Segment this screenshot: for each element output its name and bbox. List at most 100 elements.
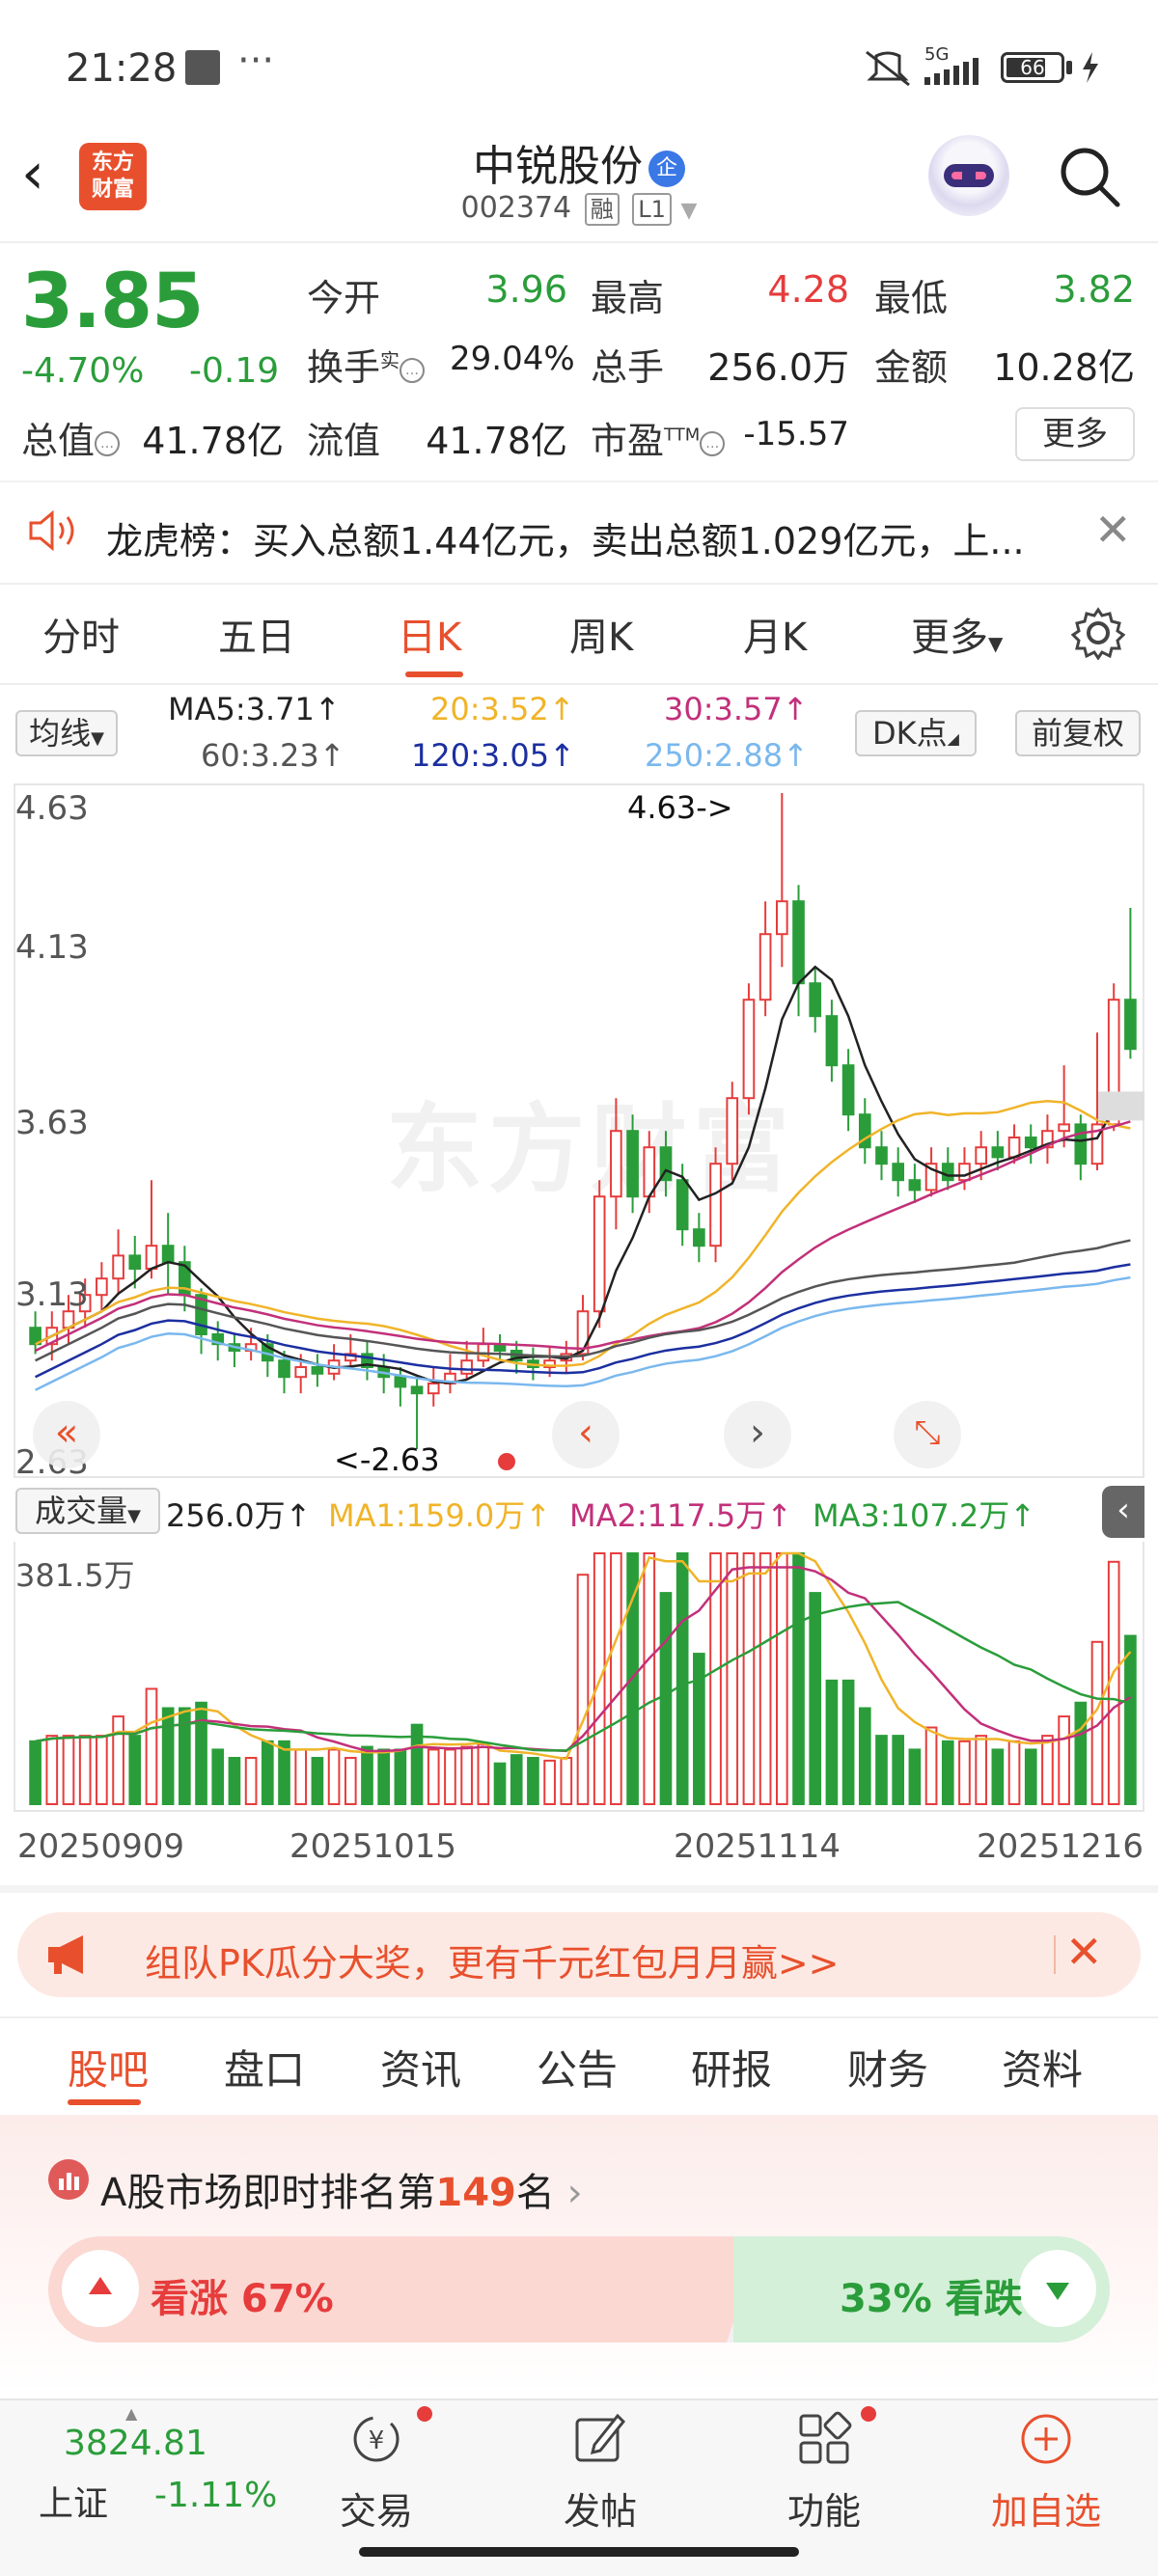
- candle-up: [726, 1097, 739, 1165]
- ma30-value: 30:3.57↑: [664, 691, 809, 727]
- kline-svg[interactable]: [14, 783, 1144, 1478]
- volume-indicator-selector[interactable]: 成交量▼: [15, 1488, 160, 1534]
- volume-bar: [344, 1757, 357, 1805]
- candle-up: [96, 1277, 108, 1297]
- candle-down: [908, 1179, 922, 1192]
- nav-functions[interactable]: 功能: [766, 2481, 882, 2535]
- status-bar: 21:28 ··· 5G 66: [0, 0, 1158, 125]
- tab-five-day[interactable]: 五日: [218, 606, 295, 662]
- volume-bar: [742, 1552, 756, 1805]
- vote-up-label[interactable]: 看涨 67%: [151, 2267, 334, 2323]
- candle-up: [975, 1146, 987, 1165]
- adjust-mode-button[interactable]: 前复权: [1015, 710, 1141, 756]
- tab-announcements[interactable]: 公告: [537, 2038, 618, 2096]
- ma5-value: MA5:3.71↑: [168, 691, 341, 727]
- min-marker: <-2.63: [334, 1441, 440, 1478]
- date-label: 20250909: [17, 1827, 185, 1866]
- info-icon[interactable]: …: [400, 357, 426, 383]
- candle-down: [626, 1130, 639, 1198]
- tab-intraday[interactable]: 分时: [42, 606, 120, 662]
- tab-profile[interactable]: 资料: [1002, 2038, 1083, 2096]
- event-marker-dot[interactable]: [498, 1453, 515, 1470]
- volume-svg[interactable]: [14, 1542, 1144, 1812]
- expand-icon[interactable]: ⤡: [894, 1401, 961, 1468]
- index-name[interactable]: 上证: [39, 2476, 108, 2526]
- more-quote-button[interactable]: 更多: [1015, 407, 1135, 461]
- candle-up: [145, 1245, 158, 1271]
- ma120-value: 120:3.05↑: [411, 737, 575, 774]
- volume-bar: [294, 1748, 308, 1805]
- tab-order-book[interactable]: 盘口: [224, 2038, 305, 2096]
- tab-financials[interactable]: 财务: [847, 2038, 928, 2096]
- tab-news[interactable]: 资讯: [380, 2038, 461, 2096]
- market-rank[interactable]: A股市场即时排名第149名 ›: [100, 2161, 583, 2217]
- candle-down: [991, 1146, 1005, 1159]
- volume-bar: [610, 1552, 622, 1805]
- notification-dot: [861, 2406, 876, 2422]
- tab-monthly-k[interactable]: 月K: [743, 606, 807, 662]
- volume-bar: [228, 1757, 241, 1805]
- vote-up-button[interactable]: [62, 2250, 139, 2327]
- scroll-right-icon[interactable]: ›: [724, 1401, 791, 1468]
- home-indicator[interactable]: [359, 2547, 799, 2557]
- tab-guba[interactable]: 股吧: [68, 2038, 149, 2096]
- volume-bar: [576, 1574, 590, 1805]
- trade-icon[interactable]: ¥: [345, 2408, 407, 2470]
- candle-down: [1124, 999, 1137, 1051]
- indicator-selector[interactable]: 均线▼: [15, 710, 118, 756]
- tab-daily-k[interactable]: 日K: [398, 606, 461, 662]
- volume-value: 256.0万: [707, 346, 849, 389]
- tab-more[interactable]: 更多▼: [911, 606, 1003, 662]
- volume-bar: [1107, 1560, 1120, 1806]
- collapse-panel-icon[interactable]: ‹: [1102, 1486, 1144, 1538]
- post-icon[interactable]: [569, 2408, 631, 2470]
- close-icon[interactable]: ✕: [1065, 1926, 1103, 1978]
- enterprise-badge: 企: [648, 151, 685, 187]
- candle-up: [1058, 1123, 1070, 1133]
- search-icon[interactable]: [1056, 143, 1123, 210]
- stock-code: 002374: [460, 191, 572, 225]
- vote-down-button[interactable]: [1019, 2250, 1096, 2327]
- nav-trade[interactable]: 交易: [318, 2481, 434, 2535]
- volume-bar: [991, 1748, 1005, 1805]
- y-label-top: 4.63: [15, 789, 89, 828]
- tab-weekly-k[interactable]: 周K: [569, 606, 633, 662]
- volume-bar: [1041, 1735, 1054, 1805]
- vol-ma1-value: MA1:159.0万↑: [328, 1497, 552, 1534]
- volume-bar: [975, 1735, 987, 1805]
- settings-gear-icon[interactable]: [1071, 606, 1125, 660]
- tab-research[interactable]: 研报: [691, 2038, 772, 2096]
- index-value[interactable]: 3824.81: [64, 2424, 207, 2463]
- nav-post[interactable]: 发帖: [542, 2481, 658, 2535]
- volume-bar: [693, 1653, 705, 1806]
- turnover-label: 换手实…: [307, 338, 426, 391]
- close-icon[interactable]: ✕: [1094, 504, 1132, 556]
- megaphone-icon: [48, 1935, 83, 1974]
- volume-bar: [958, 1740, 971, 1806]
- y-label: 3.13: [15, 1275, 89, 1314]
- notification-dot: [417, 2406, 432, 2422]
- chevron-down-icon: ▼: [680, 199, 698, 223]
- dk-point-button[interactable]: DK点◢: [855, 710, 977, 756]
- scroll-to-start-icon[interactable]: «: [33, 1401, 100, 1468]
- candle-down: [1024, 1137, 1037, 1149]
- volume-bar: [195, 1701, 207, 1806]
- chevron-up-icon[interactable]: ▲: [125, 2404, 137, 2423]
- info-icon[interactable]: …: [700, 430, 726, 456]
- functions-icon[interactable]: [793, 2408, 855, 2470]
- scroll-left-icon[interactable]: ‹: [552, 1401, 620, 1468]
- candle-up: [775, 900, 788, 936]
- volume-bar: [427, 1748, 440, 1805]
- vote-down-label[interactable]: 33% 看跌: [840, 2267, 1023, 2323]
- add-watchlist-icon[interactable]: [1015, 2408, 1077, 2470]
- chevron-down-icon: ▼: [988, 632, 1004, 655]
- notice-text[interactable]: 龙虎榜：买入总额1.44亿元，卖出总额1.029亿元，上...: [106, 511, 1025, 564]
- nav-add-watchlist[interactable]: 加自选: [988, 2481, 1104, 2535]
- candle-down: [161, 1245, 175, 1264]
- promo-text[interactable]: 组队PK瓜分大奖，更有千元红包月月赢>>: [145, 1933, 840, 1987]
- margin-tag: 融: [584, 193, 620, 226]
- index-change[interactable]: -1.11%: [154, 2476, 277, 2515]
- info-icon[interactable]: …: [95, 430, 121, 456]
- assistant-robot-icon[interactable]: [928, 135, 1009, 216]
- mktcap-label: 总值…: [21, 411, 121, 464]
